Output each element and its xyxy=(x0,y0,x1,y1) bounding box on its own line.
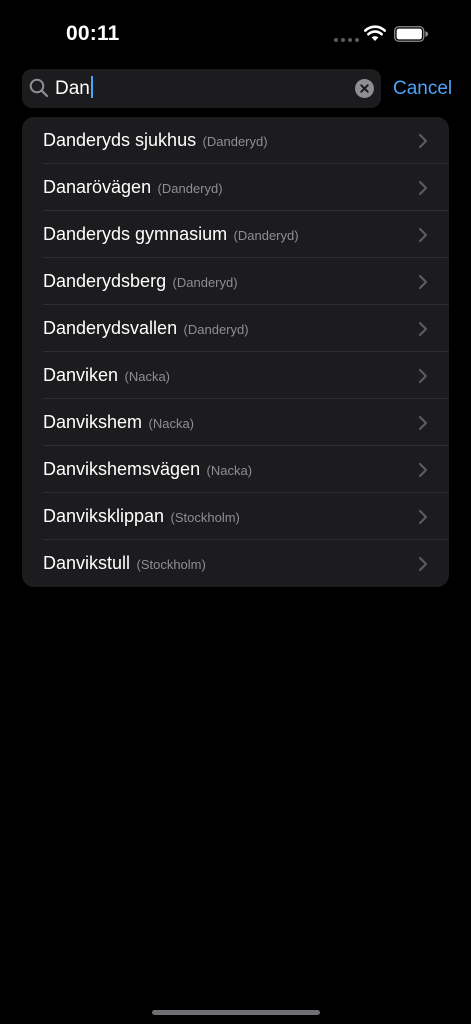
result-row[interactable]: Danviksklippan (Stockholm) xyxy=(22,493,449,540)
result-name: Danarövägen xyxy=(43,177,152,197)
clear-search-button[interactable] xyxy=(355,79,374,98)
chevron-right-icon xyxy=(418,556,428,572)
chevron-right-icon xyxy=(418,321,428,337)
result-name: Danderyds sjukhus xyxy=(43,130,197,150)
result-area: (Nacka) xyxy=(124,369,171,384)
result-area: (Nacka) xyxy=(148,416,195,431)
result-row[interactable]: Danderydsvallen (Danderyd) xyxy=(22,305,449,352)
results-list: Danderyds sjukhus (Danderyd) Danarövägen… xyxy=(22,117,449,587)
cellular-signal-icon xyxy=(334,38,359,42)
result-area: (Danderyd) xyxy=(183,322,249,337)
clear-icon xyxy=(360,84,369,93)
search-row: Dan Cancel xyxy=(22,69,452,108)
result-name: Danviken xyxy=(43,365,119,385)
result-name: Danderydsberg xyxy=(43,271,167,291)
result-row[interactable]: Danvikstull (Stockholm) xyxy=(22,540,449,587)
result-name: Danvikshemsvägen xyxy=(43,459,201,479)
result-row[interactable]: Danvikshem (Nacka) xyxy=(22,399,449,446)
result-name: Danderyds gymnasium xyxy=(43,224,228,244)
result-row[interactable]: Danderydsberg (Danderyd) xyxy=(22,258,449,305)
result-area: (Danderyd) xyxy=(172,275,238,290)
chevron-right-icon xyxy=(418,462,428,478)
chevron-right-icon xyxy=(418,415,428,431)
search-icon xyxy=(29,78,49,98)
result-name: Danderydsvallen xyxy=(43,318,178,338)
search-input[interactable]: Dan xyxy=(55,69,93,108)
result-area: (Stockholm) xyxy=(170,510,240,525)
result-area: (Danderyd) xyxy=(202,134,268,149)
result-area: (Nacka) xyxy=(206,463,253,478)
cancel-button[interactable]: Cancel xyxy=(393,69,452,108)
text-caret xyxy=(90,76,93,99)
battery-icon xyxy=(394,26,428,42)
result-area: (Danderyd) xyxy=(233,228,299,243)
status-time: 00:11 xyxy=(66,22,120,45)
result-row[interactable]: Danderyds gymnasium (Danderyd) xyxy=(22,211,449,258)
chevron-right-icon xyxy=(418,133,428,149)
result-area: (Stockholm) xyxy=(136,557,206,572)
status-bar: 00:11 xyxy=(0,0,471,66)
result-row[interactable]: Danderyds sjukhus (Danderyd) xyxy=(22,117,449,164)
result-row[interactable]: Danvikshemsvägen (Nacka) xyxy=(22,446,449,493)
result-row[interactable]: Danarövägen (Danderyd) xyxy=(22,164,449,211)
result-name: Danvikstull xyxy=(43,553,131,573)
screen: 00:11 Dan Cancel Danderyds sjukhus (Dand… xyxy=(0,0,471,1024)
search-field[interactable]: Dan xyxy=(22,69,381,108)
home-indicator[interactable] xyxy=(152,1010,320,1015)
chevron-right-icon xyxy=(418,368,428,384)
chevron-right-icon xyxy=(418,180,428,196)
result-name: Danviksklippan xyxy=(43,506,165,526)
chevron-right-icon xyxy=(418,509,428,525)
chevron-right-icon xyxy=(418,274,428,290)
result-area: (Danderyd) xyxy=(157,181,223,196)
search-query: Dan xyxy=(55,78,90,99)
result-row[interactable]: Danviken (Nacka) xyxy=(22,352,449,399)
result-name: Danvikshem xyxy=(43,412,143,432)
chevron-right-icon xyxy=(418,227,428,243)
wifi-icon xyxy=(364,25,386,41)
